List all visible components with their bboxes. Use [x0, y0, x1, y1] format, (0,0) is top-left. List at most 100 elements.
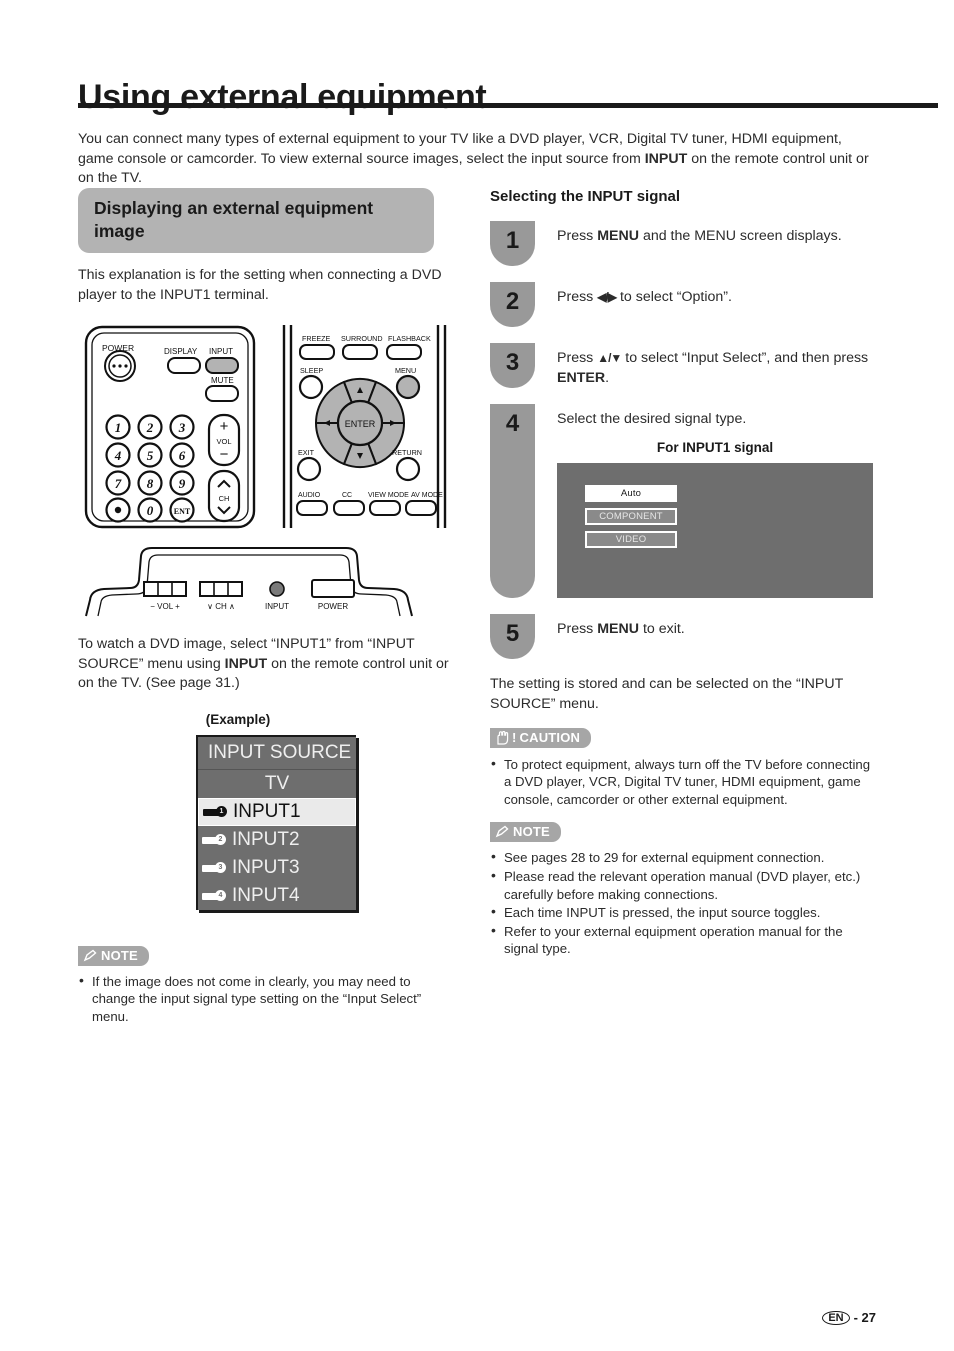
svg-text:8: 8 [147, 476, 154, 491]
menu-item-input4-label: INPUT4 [232, 884, 300, 906]
caution-badge-label: CAUTION [519, 730, 581, 746]
menu-item-input3-label: INPUT3 [232, 856, 300, 878]
tv-ch-label: ∨ CH ∧ [207, 602, 235, 611]
plug-1-icon: 1 [199, 806, 233, 818]
step-3-text-c: . [605, 369, 610, 386]
signal-option-video[interactable]: VIDEO [585, 531, 677, 548]
remote-display-label: DISPLAY [164, 347, 198, 356]
intro-bold: INPUT [644, 150, 688, 167]
tv-panel-svg: − VOL + ∨ CH ∧ INPUT POWER [85, 547, 413, 617]
page-number: - 27 [853, 1310, 876, 1325]
remote-vol-label: VOL [216, 437, 231, 446]
menu-item-input2[interactable]: 2 INPUT2 [198, 826, 356, 854]
right-note-block: NOTE See pages 28 to 29 for external equ… [490, 822, 880, 958]
caution-exclamation: ! [512, 730, 517, 746]
step-1-text-b: and the MENU screen displays. [639, 228, 842, 244]
svg-text:6: 6 [179, 448, 186, 463]
manual-page: Using external equipment You can connect… [0, 0, 954, 1351]
menu-item-input3[interactable]: 3 INPUT3 [198, 854, 356, 882]
page-title: Using external equipment [78, 77, 487, 116]
svg-text:9: 9 [179, 476, 186, 491]
note-badge-left-label: NOTE [101, 947, 138, 963]
page-footer: EN - 27 [822, 1310, 876, 1325]
remote-svg: POWER DISPLAY INPUT MUTE 1 2 3 4 5 6 7 8… [84, 325, 447, 529]
remote-menu-label: MENU [395, 366, 416, 375]
step-2-text-b: to select “Option”. [616, 289, 732, 305]
step-5-bold: MENU [597, 621, 639, 637]
svg-text:4: 4 [114, 448, 122, 463]
remote-ch-label: CH [219, 494, 230, 503]
remote-exit-label: EXIT [298, 448, 315, 457]
up-down-arrow-icon: ▲/▼ [597, 351, 622, 365]
remote-avmode-label: AV MODE [411, 492, 443, 499]
step-1-number: 1 [490, 221, 535, 266]
tv-vol-label: − VOL + [150, 602, 180, 611]
remote-sleep-label: SLEEP [300, 366, 323, 375]
step-5-text-b: to exit. [639, 621, 685, 637]
language-code: EN [822, 1310, 850, 1325]
title-divider [78, 103, 938, 108]
step-4-number: 4 [490, 404, 535, 598]
step-4-text: Select the desired signal type. [557, 411, 747, 427]
plug-2-icon: 2 [198, 834, 232, 846]
list-item: To protect equipment, always turn off th… [490, 755, 880, 809]
remote-mute-label: MUTE [211, 376, 234, 385]
signal-option-auto[interactable]: Auto [585, 485, 677, 502]
step-4-body: Select the desired signal type. For INPU… [557, 404, 873, 598]
remote-enter-label: ENTER [345, 419, 376, 429]
svg-text:5: 5 [147, 448, 154, 463]
input-source-menu[interactable]: INPUT SOURCE TV 1 INPUT1 2 INPUT2 3 INPU… [196, 734, 356, 910]
signal-option-component[interactable]: COMPONENT [585, 508, 677, 525]
caution-block: ! CAUTION To protect equipment, always t… [490, 728, 880, 808]
menu-item-input1[interactable]: 1 INPUT1 [198, 797, 356, 826]
right-note-list: See pages 28 to 29 for external equipmen… [490, 848, 880, 958]
left-note-block: NOTE If the image does not come in clear… [78, 945, 456, 1026]
right-column: Selecting the INPUT signal 1 Press MENU … [490, 188, 880, 959]
list-item: See pages 28 to 29 for external equipmen… [490, 848, 880, 867]
plug-4-icon: 4 [198, 890, 232, 902]
list-item: Refer to your external equipment operati… [490, 922, 880, 958]
left-note-list: If the image does not come in clearly, y… [78, 972, 456, 1026]
svg-text:3: 3 [178, 420, 186, 435]
step-2-text-a: Press [557, 289, 598, 305]
step-3-text-a: Press [557, 350, 598, 366]
input-source-menu-title: INPUT SOURCE [198, 736, 356, 770]
remote-surround-label: SURROUND [341, 334, 383, 343]
step-5-number: 5 [490, 614, 535, 659]
caution-badge: ! CAUTION [490, 728, 592, 749]
remote-viewmode-label: VIEW MODE [368, 492, 409, 499]
step-2-number: 2 [490, 282, 535, 327]
example-label: (Example) [205, 711, 271, 727]
step-5-text-a: Press [557, 621, 598, 637]
remote-control-illustration: POWER DISPLAY INPUT MUTE 1 2 3 4 5 6 7 8… [78, 319, 456, 534]
svg-text:1: 1 [115, 420, 122, 435]
step-1-text-a: Press [557, 228, 598, 244]
menu-item-input4[interactable]: 4 INPUT4 [198, 882, 356, 910]
svg-text:2: 2 [146, 420, 154, 435]
svg-text:7: 7 [115, 476, 122, 491]
remote-flashback-label: FLASHBACK [388, 334, 431, 343]
closing-paragraph: The setting is stored and can be selecte… [490, 676, 844, 712]
sub-heading: Selecting the INPUT signal [490, 188, 681, 205]
svg-text:ENT: ENT [174, 507, 191, 516]
step-1: 1 Press MENU and the MENU screen display… [490, 221, 880, 266]
menu-item-input1-label: INPUT1 [233, 800, 301, 822]
plug-3-icon: 3 [198, 862, 232, 874]
remote-input-label: INPUT [209, 347, 233, 356]
left-paragraph-1: This explanation is for the setting when… [78, 267, 442, 303]
step-3-number: 3 [490, 343, 535, 388]
left-right-arrow-icon: ◀/▶ [597, 290, 617, 304]
list-item: If the image does not come in clearly, y… [78, 972, 456, 1026]
caution-list: To protect equipment, always turn off th… [490, 755, 880, 809]
pencil-icon [83, 949, 98, 962]
step-3-text: Press ▲/▼ to select “Input Select”, and … [557, 343, 880, 388]
note-badge-right-label: NOTE [513, 824, 550, 840]
left-column: Displaying an external equipment image T… [78, 188, 456, 1026]
step-5: 5 Press MENU to exit. [490, 614, 880, 659]
menu-item-tv-label: TV [264, 772, 290, 794]
remote-cc-label: CC [342, 492, 352, 499]
list-item: Each time INPUT is pressed, the input so… [490, 903, 880, 922]
remote-freeze-label: FREEZE [302, 334, 331, 343]
list-item: Please read the relevant operation manua… [490, 867, 880, 903]
menu-item-tv[interactable]: TV [198, 770, 356, 798]
